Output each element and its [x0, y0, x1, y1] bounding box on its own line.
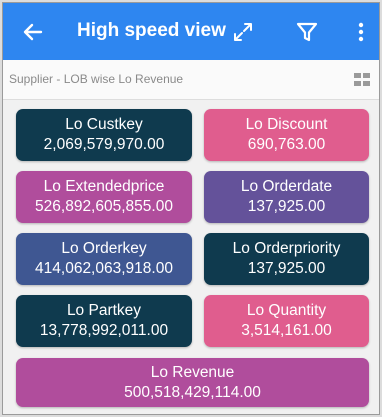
tile-value: 3,514,161.00: [241, 322, 332, 339]
page-title: High speed view: [77, 20, 226, 41]
tile-value: 137,925.00: [247, 198, 326, 215]
tile-value: 690,763.00: [247, 136, 326, 153]
tile-label: Lo Orderkey: [61, 240, 147, 257]
kpi-tile-lo-extendedprice[interactable]: Lo Extendedprice 526,892,605,855.00: [16, 171, 192, 223]
grid-view-button[interactable]: [353, 71, 371, 89]
expand-icon: [234, 23, 252, 41]
kpi-tile-lo-orderdate[interactable]: Lo Orderdate 137,925.00: [204, 171, 369, 223]
arrow-left-icon: [23, 23, 43, 41]
tile-value: 414,062,063,918.00: [35, 260, 173, 277]
kpi-tile-lo-discount[interactable]: Lo Discount 690,763.00: [204, 109, 369, 161]
kpi-tile-lo-orderkey[interactable]: Lo Orderkey 414,062,063,918.00: [16, 233, 192, 285]
tile-label: Lo Partkey: [66, 302, 142, 319]
tile-value: 500,518,429,114.00: [124, 383, 261, 401]
tile-value: 2,069,579,970.00: [43, 136, 165, 153]
kpi-tile-lo-quantity[interactable]: Lo Quantity 3,514,161.00: [204, 295, 369, 347]
tile-label: Lo Quantity: [246, 302, 327, 319]
filter-button[interactable]: [292, 17, 322, 47]
tile-label: Lo Revenue: [150, 363, 235, 381]
tile-value: 137,925.00: [247, 260, 326, 277]
tile-label: Lo Custkey: [65, 116, 143, 133]
more-vert-icon: [358, 22, 364, 42]
tile-value: 13,778,992,011.00: [39, 322, 169, 339]
grid-view-icon: [354, 73, 370, 86]
app-bar: High speed view: [3, 3, 379, 60]
tile-label: Lo Discount: [245, 116, 328, 133]
report-subtitle: Supplier - LOB wise Lo Revenue: [9, 72, 184, 86]
tile-value: 526,892,605,855.00: [35, 198, 173, 215]
tile-label: Lo Extendedprice: [43, 178, 165, 195]
kpi-tile-lo-orderpriority[interactable]: Lo Orderpriority 137,925.00: [204, 233, 369, 285]
tile-label: Lo Orderpriority: [232, 240, 341, 257]
kpi-tile-lo-revenue[interactable]: Lo Revenue 500,518,429,114.00: [16, 358, 369, 407]
tile-label: Lo Orderdate: [240, 178, 333, 195]
expand-button[interactable]: [228, 17, 258, 47]
kpi-tile-lo-partkey[interactable]: Lo Partkey 13,778,992,011.00: [16, 295, 192, 347]
sub-header: Supplier - LOB wise Lo Revenue: [3, 60, 379, 100]
kpi-tile-lo-custkey[interactable]: Lo Custkey 2,069,579,970.00: [16, 109, 192, 161]
filter-icon: [296, 22, 318, 42]
app-frame: High speed view Supplier - LOB wise Lo R…: [2, 2, 380, 415]
more-options-button[interactable]: [346, 17, 376, 47]
back-button[interactable]: [21, 21, 45, 43]
